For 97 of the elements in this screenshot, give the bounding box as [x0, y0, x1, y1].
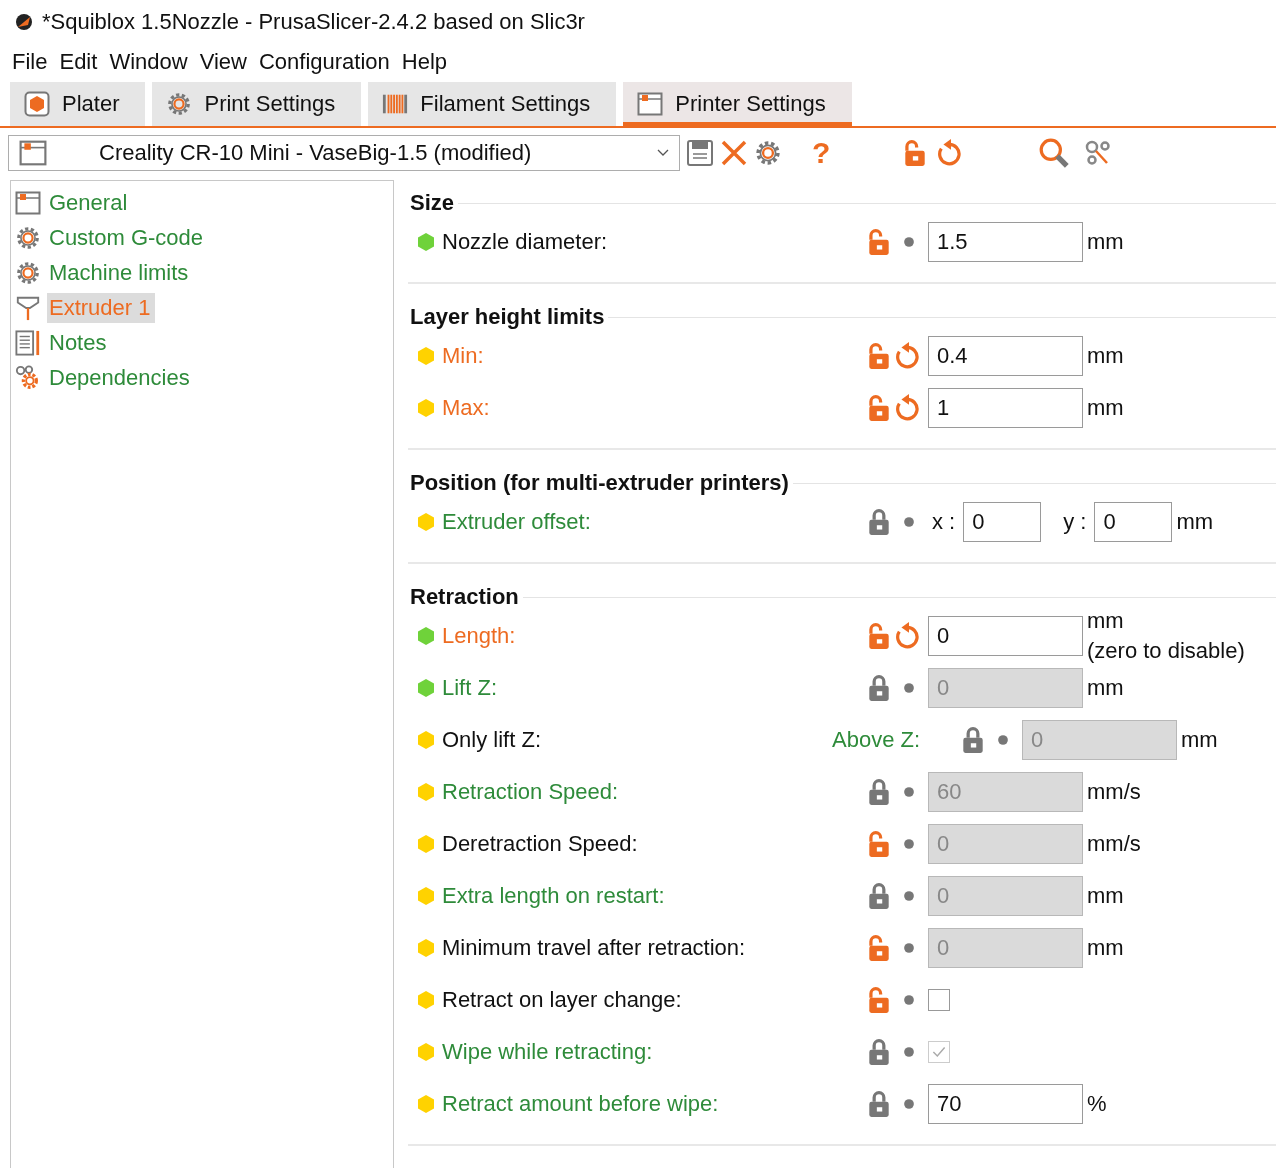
hint-text: (zero to disable)	[1087, 637, 1245, 665]
unlocked-padlock-icon[interactable]	[866, 622, 892, 650]
preset-name: Creality CR-10 Mini - VaseBig-1.5 (modified)	[98, 140, 533, 166]
unlocked-padlock-icon[interactable]	[866, 342, 892, 370]
setting-label: Lift Z:	[442, 675, 498, 701]
setting-label: Wipe while retracting:	[442, 1039, 654, 1065]
setting-label: Retraction Speed:	[442, 779, 620, 805]
unlocked-padlock-icon[interactable]	[866, 986, 892, 1014]
undo-arrow-icon[interactable]	[896, 622, 922, 650]
input-field[interactable]: 0	[1094, 502, 1173, 542]
unlocked-padlock-icon[interactable]	[866, 394, 892, 422]
menu-item[interactable]: Window	[109, 49, 188, 75]
tab-label: Print Settings	[204, 91, 336, 117]
tab[interactable]: Filament Settings	[368, 82, 617, 126]
preset-dropdown[interactable]: Creality CR-10 Mini - VaseBig-1.5 (modified)	[8, 135, 680, 171]
section-title: Layer height limits	[410, 304, 605, 330]
menu-item[interactable]: Edit	[59, 49, 98, 75]
axis-label: x :	[932, 509, 956, 535]
input-field[interactable]: 70	[928, 1084, 1083, 1124]
section-title: Retraction	[410, 584, 519, 610]
tab-label: Plater	[62, 91, 120, 117]
app-logo-icon	[14, 11, 34, 33]
input-field[interactable]: 1	[928, 388, 1083, 428]
axis-label: y :	[1063, 509, 1087, 535]
unit-label: mm/s	[1087, 778, 1141, 807]
save-icon[interactable]	[686, 139, 714, 167]
setting-label: Retract amount before wipe:	[442, 1091, 720, 1117]
unit-label: %	[1087, 1090, 1107, 1119]
gear-icon	[15, 224, 41, 251]
chevron-down-icon	[657, 149, 669, 157]
setting-label: Min:	[442, 343, 485, 369]
tab[interactable]: Plater	[10, 82, 146, 126]
setting-label: Retract on layer change:	[442, 987, 683, 1013]
unit-label: mm	[1176, 508, 1214, 537]
tab[interactable]: Printer Settings	[623, 82, 852, 126]
unit-label: mm	[1087, 394, 1124, 423]
gears-icon	[15, 364, 41, 391]
unit-label: mm	[1087, 674, 1124, 703]
section-title: Size	[410, 190, 455, 216]
padlock-icon[interactable]	[866, 674, 892, 702]
window-icon	[19, 140, 47, 166]
close-icon[interactable]	[720, 139, 748, 167]
menu-item[interactable]: File	[12, 49, 48, 75]
unit-label: mm	[1087, 228, 1124, 257]
unit-label: mm/s	[1087, 830, 1141, 859]
padlock-icon[interactable]	[866, 1038, 892, 1066]
search-icon[interactable]	[1038, 137, 1071, 169]
setting-label: Extra length on restart:	[442, 883, 666, 909]
input-field[interactable]: 0	[963, 502, 1042, 542]
setting-label: Extruder offset:	[442, 509, 592, 535]
setting-label: Deretraction Speed:	[442, 831, 639, 857]
input-field[interactable]: 0	[928, 616, 1083, 656]
tab-label: Printer Settings	[675, 91, 826, 117]
input-field[interactable]: 0.4	[928, 336, 1083, 376]
menu-item[interactable]: Configuration	[258, 49, 390, 75]
extruder-icon	[15, 294, 41, 321]
gear-icon	[166, 91, 193, 117]
input-field[interactable]: 1.5	[928, 222, 1083, 262]
undo-arrow-icon[interactable]	[896, 394, 922, 422]
unit-label: mm	[1181, 726, 1218, 755]
page-list-item[interactable]: Machine limits	[47, 257, 193, 288]
page-list-item[interactable]: Notes	[47, 327, 111, 358]
page-list-item[interactable]: Custom G-code	[47, 222, 208, 253]
unit-label: mm	[1087, 882, 1124, 911]
unlocked-padlock-icon[interactable]	[866, 830, 892, 858]
page-list-item[interactable]: Dependencies	[47, 362, 194, 393]
notes-icon	[15, 329, 41, 356]
menu-item[interactable]: View	[199, 49, 247, 75]
setting-label: Nozzle diameter:	[442, 229, 609, 255]
window-icon	[15, 189, 41, 216]
tab-label: Filament Settings	[420, 91, 591, 117]
unit-label: mm	[1087, 934, 1124, 963]
padlock-icon[interactable]	[866, 1090, 892, 1118]
setting-label: Minimum travel after retraction:	[442, 935, 747, 961]
unit-label: mm	[1087, 607, 1125, 636]
setting-label: Max:	[442, 395, 491, 421]
undo-arrow-icon[interactable]	[896, 342, 922, 370]
unit-label: mm	[1087, 342, 1124, 371]
window-icon	[637, 91, 664, 117]
gear-icon	[15, 259, 41, 286]
setting-label: Only lift Z:	[442, 727, 542, 753]
unlocked-padlock-icon[interactable]	[866, 934, 892, 962]
search-settings-icon[interactable]	[1084, 139, 1113, 167]
padlock-icon[interactable]	[866, 508, 892, 536]
section-title: Position (for multi-extruder printers)	[410, 470, 789, 496]
checkbox[interactable]	[928, 989, 950, 1011]
padlock-icon[interactable]	[866, 778, 892, 806]
padlock-icon[interactable]	[960, 726, 986, 754]
tab[interactable]: Print Settings	[152, 82, 362, 126]
setting-label: Above Z:	[832, 727, 922, 753]
gear-icon	[754, 139, 782, 167]
menu-item[interactable]: Help	[401, 49, 448, 75]
window-title: *Squiblox 1.5Nozzle - PrusaSlicer-2.4.2 based on Slic3r	[42, 9, 585, 35]
padlock-icon[interactable]	[866, 882, 892, 910]
setting-label: Length:	[442, 623, 517, 649]
unlocked-padlock-icon[interactable]	[866, 228, 892, 256]
page-list-item[interactable]: General	[47, 187, 132, 218]
